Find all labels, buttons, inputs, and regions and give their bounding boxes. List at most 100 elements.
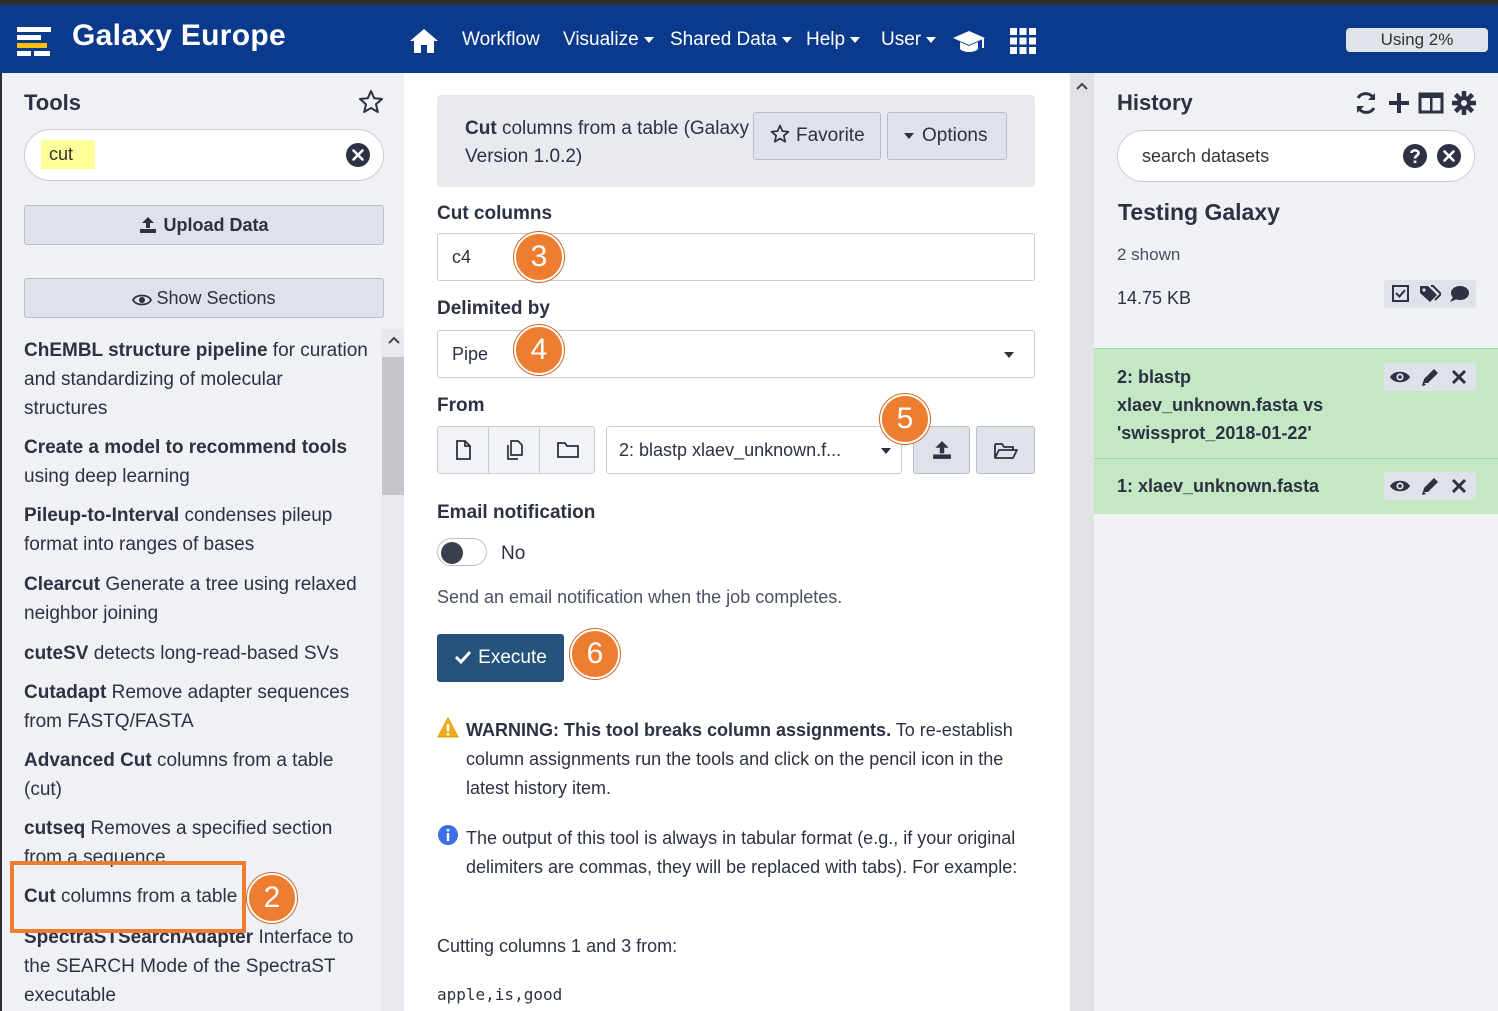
scrollbar-thumb[interactable]: [382, 357, 406, 495]
browse-datasets-button[interactable]: [976, 426, 1035, 474]
upload-data-label: Upload Data: [163, 215, 269, 235]
columns-icon[interactable]: [1418, 90, 1444, 116]
tools-title: Tools: [24, 90, 82, 115]
history-shown-count[interactable]: 2 shown: [1117, 245, 1180, 265]
pencil-icon[interactable]: [1419, 367, 1441, 387]
execute-button[interactable]: Execute: [437, 634, 564, 682]
annotation-highlight-cut-tool: [10, 861, 246, 933]
email-notification-toggle[interactable]: [437, 538, 487, 566]
history-search-placeholder: search datasets: [1142, 146, 1270, 166]
refresh-icon[interactable]: [1353, 90, 1379, 116]
email-help-text: Send an email notification when the job …: [437, 587, 843, 607]
plus-icon[interactable]: [1386, 90, 1412, 116]
eye-icon: [132, 294, 153, 306]
multiple-datasets-button[interactable]: [488, 426, 540, 474]
file-icon: [456, 440, 471, 460]
clear-search-icon[interactable]: [345, 142, 371, 168]
warning-text: WARNING: This tool breaks column assignm…: [466, 720, 1013, 798]
eye-icon[interactable]: [1389, 367, 1411, 387]
chevron-down-icon: [781, 36, 792, 43]
example-lead-text: Cutting columns 1 and 3 from:: [437, 936, 678, 956]
email-toggle-state: No: [501, 543, 526, 564]
nav-shared-data[interactable]: Shared Data: [670, 29, 792, 51]
history-tools-group: [1384, 280, 1476, 308]
from-dataset-select[interactable]: 2: blastp xlaev_unknown.f...: [606, 426, 902, 474]
eye-icon[interactable]: [1389, 476, 1411, 496]
delete-icon[interactable]: [1448, 367, 1470, 387]
check-icon: [455, 650, 472, 665]
help-icon[interactable]: [1402, 143, 1428, 169]
nav-workflow[interactable]: Workflow: [462, 29, 540, 51]
top-navbar: Galaxy Europe Workflow Visualize Shared …: [0, 5, 1498, 73]
upload-data-button[interactable]: Upload Data: [24, 205, 384, 245]
scroll-up-icon[interactable]: [1076, 81, 1088, 91]
history-dataset-2[interactable]: 2: blastp xlaev_unknown.fasta vs 'swissp…: [1094, 348, 1498, 458]
dataset-title[interactable]: 1: xlaev_unknown.fasta: [1117, 472, 1367, 500]
tool-search-input[interactable]: cut: [24, 129, 384, 181]
annotation-badge-2: 2: [247, 873, 297, 923]
info-text: The output of this tool is always in tab…: [466, 828, 1018, 877]
tool-list-scrollbar[interactable]: [382, 329, 406, 1011]
history-dataset-1[interactable]: 1: xlaev_unknown.fasta: [1094, 458, 1498, 514]
annotation-badge-4: 4: [514, 325, 564, 375]
tool-item-chembl[interactable]: ChEMBL structure pipeline for curation a…: [24, 336, 369, 423]
favorite-button[interactable]: Favorite: [753, 112, 881, 160]
annotation-badge-3: 3: [514, 232, 564, 282]
center-scrollbar[interactable]: [1070, 73, 1094, 1011]
tool-item-spectrast[interactable]: SpectraSTSearchAdapter Interface to the …: [24, 923, 369, 1010]
pencil-icon[interactable]: [1419, 476, 1441, 496]
history-title: History: [1117, 90, 1193, 115]
star-icon[interactable]: [358, 89, 384, 115]
chevron-down-icon: [850, 36, 861, 43]
nav-help[interactable]: Help: [806, 29, 861, 51]
nav-visualize[interactable]: Visualize: [563, 29, 654, 51]
files-icon: [507, 440, 523, 460]
dataset-collection-button[interactable]: [539, 426, 595, 474]
from-label: From: [437, 395, 485, 416]
execute-label: Execute: [478, 647, 547, 668]
options-button[interactable]: Options: [887, 112, 1007, 160]
warning-icon: [437, 717, 459, 738]
brand-title[interactable]: Galaxy Europe: [72, 19, 286, 53]
history-search-input[interactable]: search datasets: [1117, 130, 1475, 182]
quota-meter[interactable]: Using 2%: [1346, 28, 1488, 52]
cut-columns-label: Cut columns: [437, 203, 553, 224]
show-sections-label: Show Sections: [156, 288, 276, 308]
history-size: 14.75 KB: [1117, 288, 1192, 308]
info-icon: [438, 825, 458, 845]
annotation-badge-5: 5: [880, 394, 930, 444]
comment-icon[interactable]: [1448, 284, 1470, 304]
tool-item-advanced-cut[interactable]: Advanced Cut columns from a table (cut): [24, 746, 369, 804]
delete-icon[interactable]: [1448, 476, 1470, 496]
history-panel: History search datasets Testing Galaxy 2…: [1094, 73, 1498, 1011]
dataset-title[interactable]: 2: blastp xlaev_unknown.fasta vs 'swissp…: [1117, 363, 1367, 447]
tool-item-pileup[interactable]: Pileup-to-Interval condenses pileup form…: [24, 501, 369, 559]
apps-grid-icon[interactable]: [1010, 28, 1036, 54]
tool-item-recommend[interactable]: Create a model to recommend tools using …: [24, 433, 369, 491]
galaxy-logo-icon[interactable]: [17, 25, 53, 57]
single-dataset-button[interactable]: [437, 426, 489, 474]
graduation-cap-icon[interactable]: [952, 29, 986, 55]
select-checkbox-icon[interactable]: [1390, 284, 1412, 304]
toggle-knob: [441, 542, 463, 564]
tags-icon[interactable]: [1419, 284, 1441, 304]
tool-item-clearcut[interactable]: Clearcut Generate a tree using relaxed n…: [24, 570, 369, 628]
tool-item-cutesv[interactable]: cuteSV detects long-read-based SVs: [24, 639, 369, 668]
chevron-down-icon: [1004, 352, 1014, 358]
gear-icon[interactable]: [1451, 90, 1477, 116]
delimited-by-label: Delimited by: [437, 298, 550, 319]
show-sections-button[interactable]: Show Sections: [24, 278, 384, 318]
delimited-by-value: Pipe: [452, 344, 489, 364]
chevron-down-icon: [926, 36, 937, 43]
home-icon[interactable]: [408, 27, 440, 55]
tool-form-header: Cut columns from a table (Galaxy Version…: [437, 95, 1035, 187]
scroll-up-icon[interactable]: [388, 335, 400, 345]
upload-icon: [140, 217, 157, 233]
clear-search-icon[interactable]: [1436, 143, 1462, 169]
tool-item-cutadapt[interactable]: Cutadapt Remove adapter sequences from F…: [24, 678, 369, 736]
nav-user[interactable]: User: [881, 29, 937, 51]
example-code: apple,is,good: [437, 985, 563, 1004]
history-name[interactable]: Testing Galaxy: [1118, 199, 1280, 226]
tool-search-value: cut: [41, 140, 96, 169]
folder-icon: [557, 442, 579, 458]
